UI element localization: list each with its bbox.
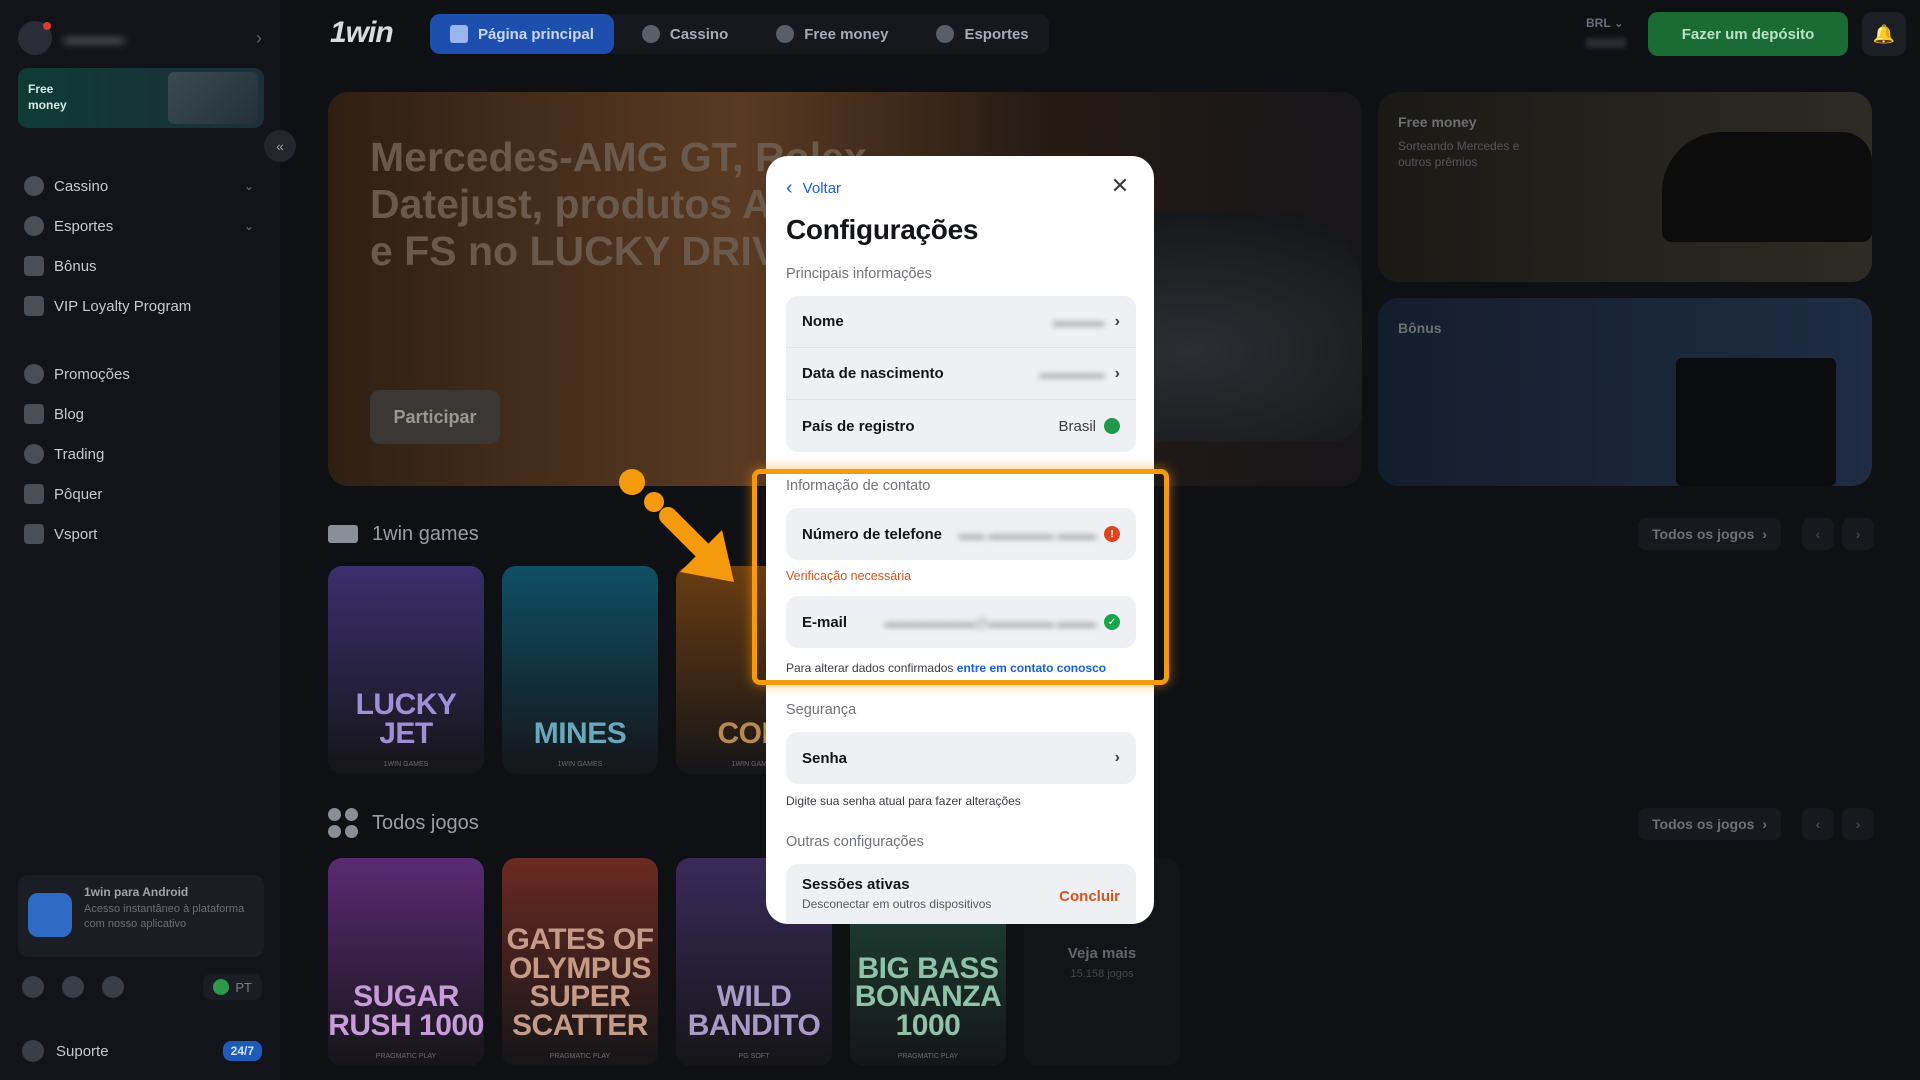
row-nome[interactable]: Nome ▬▬▬▬ › bbox=[786, 296, 1136, 348]
brazil-flag-icon bbox=[1104, 418, 1120, 434]
row-value-blurred: ▬▬▬▬ bbox=[1052, 314, 1105, 329]
highlight-box bbox=[752, 469, 1169, 685]
modal-title: Configurações bbox=[786, 214, 979, 245]
section-security: Segurança bbox=[786, 702, 857, 718]
chevron-right-icon: › bbox=[1114, 749, 1120, 766]
annotation-arrow-icon bbox=[619, 469, 734, 582]
row-label: Data de nascimento bbox=[802, 365, 944, 382]
back-button[interactable]: ‹ Voltar bbox=[786, 178, 841, 198]
close-icon[interactable]: ✕ bbox=[1108, 173, 1132, 198]
row-label: Senha bbox=[802, 749, 848, 767]
collapse-sidebar-button[interactable]: « bbox=[264, 130, 296, 162]
active-sessions-row: Sessões ativas Desconectar em outros dis… bbox=[786, 864, 1136, 924]
row-senha[interactable]: Senha › bbox=[786, 732, 1136, 784]
row-label: Nome bbox=[802, 313, 844, 330]
security-group: Senha › bbox=[786, 732, 1136, 784]
concluir-button[interactable]: Concluir bbox=[1059, 888, 1120, 905]
row-value-blurred: ▬▬▬▬▬ bbox=[1039, 366, 1105, 381]
row-pais-registro: País de registro Brasil bbox=[786, 400, 1136, 452]
chevron-left-icon: ‹ bbox=[786, 177, 793, 199]
chevron-right-icon: › bbox=[1114, 364, 1120, 382]
chevron-right-icon: › bbox=[1114, 312, 1120, 330]
row-value: Brasil bbox=[1058, 417, 1096, 435]
row-label: País de registro bbox=[802, 417, 915, 435]
section-main-info: Principais informações bbox=[786, 266, 932, 282]
main-info-group: Nome ▬▬▬▬ › Data de nascimento ▬▬▬▬▬ › P… bbox=[786, 296, 1136, 452]
back-label: Voltar bbox=[802, 179, 842, 197]
section-other-settings: Outras configurações bbox=[786, 834, 924, 850]
row-data-nascimento[interactable]: Data de nascimento ▬▬▬▬▬ › bbox=[786, 348, 1136, 400]
password-note: Digite sua senha atual para fazer altera… bbox=[786, 794, 1021, 808]
